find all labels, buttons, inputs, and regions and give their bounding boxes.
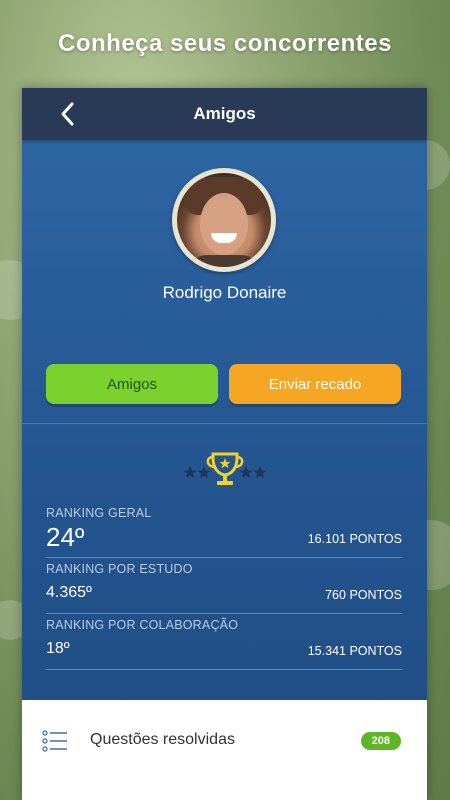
back-button[interactable]	[56, 100, 80, 128]
solved-questions-count-badge: 208	[360, 732, 401, 750]
avatar-photo	[177, 173, 271, 267]
send-message-button-label: Enviar recado	[268, 375, 362, 393]
promo-title: Conheça seus concorrentes	[58, 30, 392, 57]
ranking-divider	[46, 669, 402, 670]
send-message-button[interactable]: Enviar recado	[229, 364, 401, 404]
chevron-left-icon	[61, 102, 74, 126]
trophy-icon	[183, 452, 267, 485]
ranking-divider	[46, 613, 402, 614]
friends-button-label: Amigos	[106, 375, 158, 393]
ranking-points: 16.101 PONTOS	[307, 532, 402, 546]
solved-questions-row[interactable]: Questões resolvidas 208	[22, 700, 427, 800]
ranking-points: 760 PONTOS	[325, 588, 402, 602]
ranking-position: 24º	[46, 522, 85, 552]
ranking-label: RANKING POR ESTUDO	[46, 562, 193, 576]
section-divider	[22, 423, 427, 424]
user-name: Rodrigo Donaire	[162, 283, 287, 302]
friend-profile-card: Amigos Rodrigo Donaire Amigos Enviar rec…	[22, 88, 427, 800]
friends-button[interactable]: Amigos	[46, 364, 218, 404]
list-icon	[42, 730, 67, 752]
ranking-collaboration: RANKING POR COLABORAÇÃO 18º 15.341 PONTO…	[46, 618, 402, 670]
ranking-study: RANKING POR ESTUDO 4.365º 760 PONTOS	[46, 562, 402, 614]
ranking-position: 18º	[46, 640, 70, 657]
ranking-general: RANKING GERAL 24º 16.101 PONTOS	[46, 506, 402, 558]
ranking-points: 15.341 PONTOS	[307, 644, 402, 658]
solved-questions-label: Questões resolvidas	[90, 731, 235, 748]
top-bar: Amigos	[22, 88, 427, 140]
avatar	[172, 168, 276, 272]
ranking-divider	[46, 557, 402, 558]
ranking-label: RANKING POR COLABORAÇÃO	[46, 618, 239, 632]
ranking-label: RANKING GERAL	[46, 506, 152, 520]
page-title: Amigos	[193, 104, 256, 123]
ranking-position: 4.365º	[46, 584, 92, 601]
